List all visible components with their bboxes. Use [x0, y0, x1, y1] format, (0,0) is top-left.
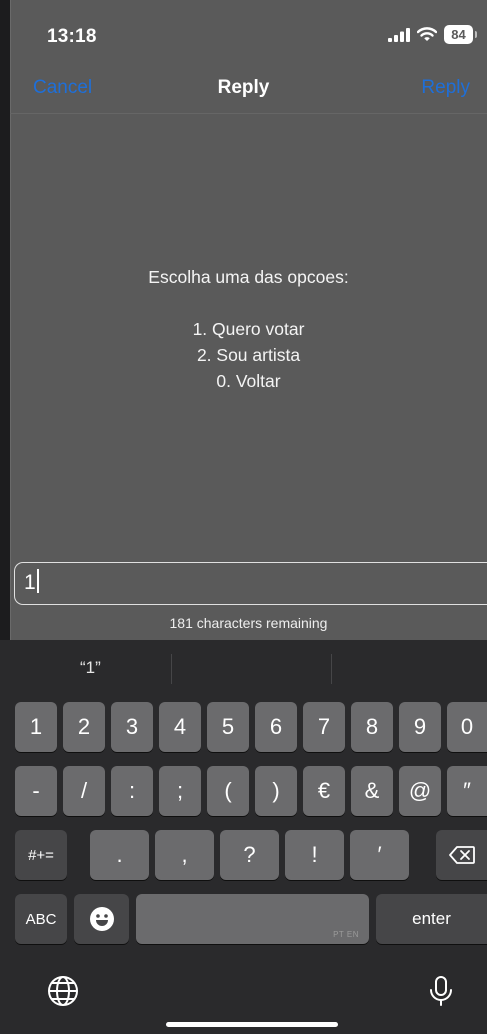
key-ampersand[interactable]: &: [351, 766, 393, 816]
key-hyphen[interactable]: -: [15, 766, 57, 816]
key-4[interactable]: 4: [159, 702, 201, 752]
message-intro: Escolha uma das opcoes:: [148, 267, 349, 287]
battery-icon: 84: [444, 25, 477, 44]
key-7[interactable]: 7: [303, 702, 345, 752]
reply-button[interactable]: Reply: [421, 77, 470, 99]
key-6[interactable]: 6: [255, 702, 297, 752]
key-8[interactable]: 8: [351, 702, 393, 752]
key-2[interactable]: 2: [63, 702, 105, 752]
key-open-paren[interactable]: (: [207, 766, 249, 816]
key-0[interactable]: 0: [447, 702, 487, 752]
nav-divider: [10, 113, 487, 114]
text-caret: [36, 569, 39, 593]
suggestion-divider: [171, 654, 172, 684]
key-5[interactable]: 5: [207, 702, 249, 752]
key-1[interactable]: 1: [15, 702, 57, 752]
key-close-paren[interactable]: ): [255, 766, 297, 816]
characters-remaining: 181 characters remaining: [169, 615, 328, 631]
enter-button[interactable]: enter: [376, 894, 487, 944]
reply-input[interactable]: 1: [14, 562, 487, 605]
key-exclamation[interactable]: !: [285, 830, 344, 880]
emoji-button[interactable]: [74, 894, 129, 944]
signal-icon: [388, 27, 410, 42]
message-option: 1. Quero votar: [192, 319, 305, 339]
suggestion-item[interactable]: “1”: [80, 658, 101, 678]
message-option: 0. Voltar: [216, 371, 281, 391]
key-question[interactable]: ?: [220, 830, 279, 880]
status-time: 13:18: [47, 26, 97, 47]
ussd-message: Escolha uma das opcoes: 1. Quero votar 2…: [10, 264, 487, 394]
key-at[interactable]: @: [399, 766, 441, 816]
suggestion-bar: “1”: [0, 640, 487, 696]
emoji-icon: [89, 907, 114, 931]
status-indicators: 84: [388, 25, 477, 44]
symbols-key[interactable]: #+=: [15, 830, 67, 880]
wifi-icon: [417, 27, 437, 41]
message-option: 2. Sou artista: [196, 345, 301, 365]
key-colon[interactable]: :: [111, 766, 153, 816]
suggestion-divider: [331, 654, 332, 684]
reply-screen: 13:18 84 Cancel Reply Reply Escolha uma …: [0, 0, 487, 1034]
key-double-quote[interactable]: ″: [447, 766, 487, 816]
reply-input-value: 1: [24, 571, 36, 594]
space-language-label: PT EN: [333, 930, 359, 939]
key-slash[interactable]: /: [63, 766, 105, 816]
delete-icon: [448, 846, 475, 864]
key-semicolon[interactable]: ;: [159, 766, 201, 816]
delete-button[interactable]: [436, 830, 487, 880]
key-apostrophe[interactable]: ′: [350, 830, 409, 880]
key-period[interactable]: .: [90, 830, 149, 880]
home-indicator[interactable]: [166, 1022, 338, 1027]
key-9[interactable]: 9: [399, 702, 441, 752]
space-bar[interactable]: PT EN: [136, 894, 369, 944]
key-comma[interactable]: ,: [155, 830, 214, 880]
cancel-button[interactable]: Cancel: [33, 77, 92, 99]
globe-icon[interactable]: [46, 974, 80, 1008]
microphone-icon[interactable]: [424, 974, 458, 1008]
abc-key[interactable]: ABC: [15, 894, 67, 944]
key-3[interactable]: 3: [111, 702, 153, 752]
key-euro[interactable]: €: [303, 766, 345, 816]
